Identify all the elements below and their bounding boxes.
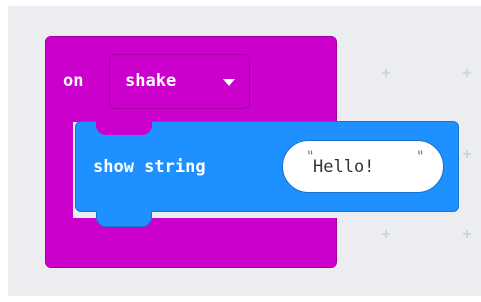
string-value-input[interactable]: " Hello! "	[282, 140, 444, 193]
close-quote-icon: "	[416, 149, 425, 165]
grid-marker	[382, 69, 390, 77]
triangle-down-icon	[223, 79, 235, 86]
event-keyword-label: on	[63, 71, 84, 91]
gesture-dropdown[interactable]: shake	[109, 54, 250, 109]
string-value-text: Hello!	[313, 157, 375, 177]
blocks-workspace[interactable]: on shake show string " Hello! "	[8, 6, 481, 296]
grid-marker	[463, 230, 471, 238]
grid-marker	[463, 150, 471, 158]
show-string-label: show string	[93, 157, 206, 177]
show-string-block[interactable]: show string " Hello! "	[75, 121, 459, 227]
block-notch-top	[96, 121, 152, 135]
grid-marker	[382, 230, 390, 238]
grid-marker	[463, 69, 471, 77]
gesture-dropdown-value: shake	[125, 71, 177, 91]
block-notch-bottom	[96, 211, 152, 227]
